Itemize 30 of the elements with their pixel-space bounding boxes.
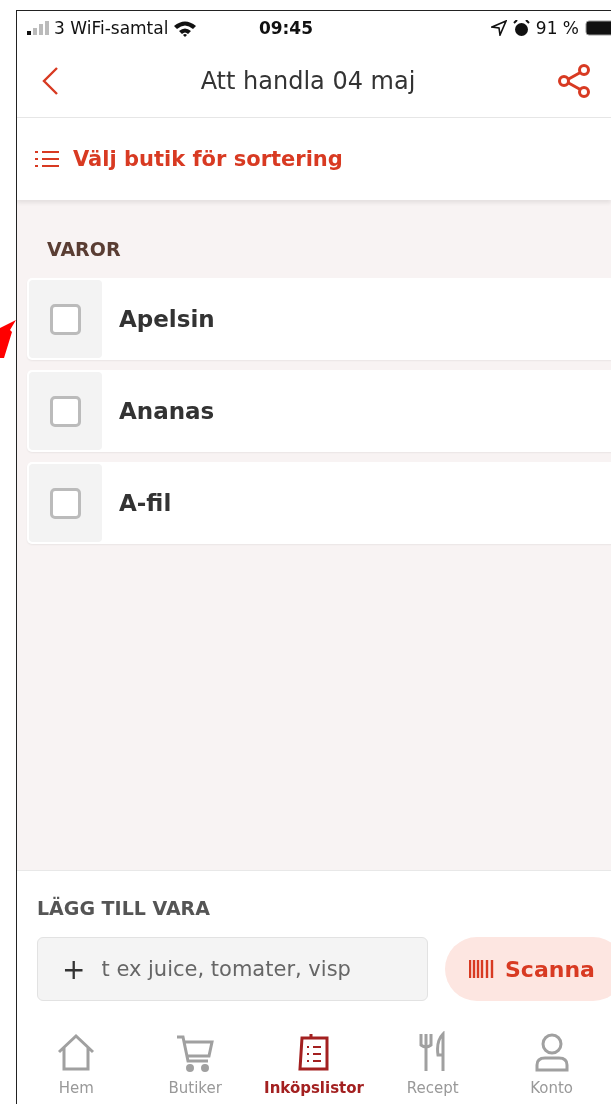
checkbox[interactable] — [50, 395, 81, 427]
location-icon — [490, 20, 507, 36]
add-item-input[interactable]: t ex juice, tomater, visp — [99, 956, 394, 982]
sort-button[interactable]: Välj butik för sortering — [17, 147, 343, 171]
battery-icon — [585, 20, 611, 36]
checkbox[interactable] — [50, 303, 81, 335]
plus-icon: + — [62, 952, 86, 986]
annotation-arrow-icon — [0, 318, 16, 358]
tab[interactable]: Inköpslistor — [254, 1031, 374, 1097]
add-item-field[interactable]: + t ex juice, tomater, visp — [37, 937, 428, 1001]
battery-text: 91 % — [535, 18, 579, 38]
tab[interactable]: Recept — [373, 1031, 493, 1097]
clock-text: 09:45 — [258, 18, 315, 38]
carrier-text: 3 WiFi-samtal — [54, 18, 169, 38]
tab[interactable]: Konto — [492, 1031, 611, 1097]
wifi-icon — [173, 19, 198, 37]
signal-icon — [27, 21, 49, 35]
item-name: Apelsin — [119, 306, 215, 332]
list-icon — [35, 150, 59, 168]
tab[interactable]: Butiker — [135, 1031, 255, 1097]
item-name: A-fil — [119, 490, 172, 516]
barcode-icon — [469, 960, 495, 978]
tab[interactable]: Hem — [17, 1031, 136, 1097]
scan-button[interactable]: Scanna — [445, 937, 611, 1001]
item-name: Ananas — [119, 398, 215, 424]
section-title: VAROR — [46, 238, 122, 260]
alarm-icon — [512, 19, 530, 37]
checkbox[interactable] — [50, 487, 81, 519]
panel-title: LÄGG TILL VARA — [37, 897, 211, 919]
page-title: Att handla 04 maj — [200, 67, 416, 95]
